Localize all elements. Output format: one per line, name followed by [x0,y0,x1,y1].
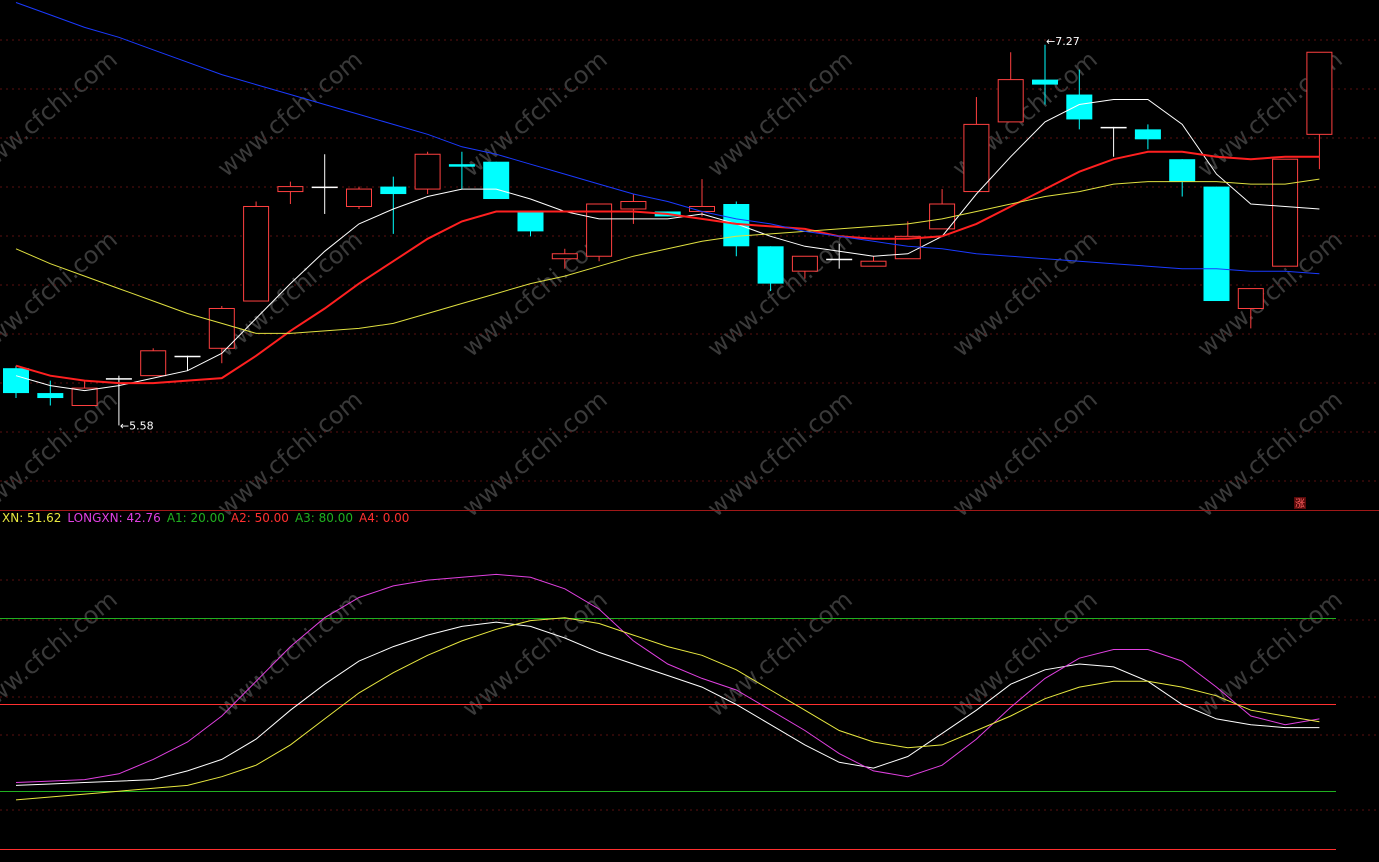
indicator-line-1 [15,573,1320,783]
candle-body [311,186,338,189]
candle [1100,126,1127,157]
price-annotation: ←7.27 [1046,35,1080,48]
candle [37,380,64,406]
price-panel: ←7.27 ←5.58 涨 [0,2,1379,511]
candle-body [414,153,441,190]
candle-body [37,393,64,399]
candle-body [448,164,475,167]
watermark-text: www.cfchi.com [1192,585,1348,722]
candle-body [1066,94,1093,120]
watermark-text: www.cfchi.com [947,225,1103,362]
candle-body [1100,126,1127,129]
watermark-text: www.cfchi.com [702,385,858,522]
candle [3,365,29,399]
candle-body [757,246,784,284]
indicator-line-2 [15,617,1320,801]
candle [243,201,270,302]
candle-body [1169,159,1196,182]
candle-body [791,255,818,272]
legend-item: LONGXN: 42.76 [67,511,161,525]
candle-body [551,253,578,260]
candle [1272,158,1299,267]
candle-body [243,205,270,302]
candle-body [3,368,29,394]
watermark-text: www.cfchi.com [212,385,368,522]
watermark-text: www.cfchi.com [947,585,1103,722]
signal-marker-text: 涨 [1295,498,1305,510]
signal-marker: 涨 [1294,497,1306,510]
candle [997,52,1024,123]
legend-item: A2: 50.00 [230,511,289,525]
candle-body [860,260,887,267]
candle-body [963,123,990,193]
candle-body [997,79,1024,123]
watermark-text: www.cfchi.com [457,45,613,182]
candle-body [208,307,235,349]
candle [140,348,167,377]
watermark-text: www.cfchi.com [457,585,613,722]
watermark-text: www.cfchi.com [702,45,858,182]
watermark-text: www.cfchi.com [0,585,123,722]
stock-chart: www.cfchi.com www.cfchi.com www.cfchi.com w… [0,2,1379,850]
candle [1203,186,1230,302]
candle [311,154,338,214]
candle-body [174,355,201,358]
candle [860,256,887,267]
price-annotation: ←5.58 [120,419,154,432]
legend-item: A1: 20.00 [166,511,225,525]
candle [1306,51,1333,170]
candle-body [826,258,853,261]
watermark-text: www.cfchi.com [457,385,613,522]
candle [620,194,647,224]
candle-body [517,211,544,232]
watermark-text: www.cfchi.com [702,585,858,722]
candle-body [1134,129,1161,140]
candle-body [277,186,304,193]
candle-body [483,161,510,200]
candle [586,203,613,262]
candle [1169,159,1196,197]
candle [723,201,750,257]
candle [929,189,956,230]
indicator-legend: XN: 51.62 LONGXN: 42.76 A1: 20.00 A2: 50.00… [2,511,415,525]
watermark-text: www.cfchi.com [0,45,123,182]
watermark-text: www.cfchi.com [212,45,368,182]
candle-body [105,378,132,380]
candle-body [1032,79,1058,85]
candle [174,355,201,371]
candle [517,211,544,237]
candle [414,151,441,195]
candle [963,97,990,193]
candle [483,161,510,200]
watermark-text: www.cfchi.com [947,385,1103,522]
candle-body [140,350,167,377]
candle [71,380,98,407]
watermark-layer: www.cfchi.com www.cfchi.com www.cfchi.com w… [0,45,1348,722]
candle-body [1203,186,1230,302]
candle-body [380,186,407,195]
watermark-text: www.cfchi.com [0,385,123,522]
candle [894,221,921,260]
candle-body [620,201,647,210]
legend-item: XN: 51.62 [2,511,62,525]
watermark-text: www.cfchi.com [1192,385,1348,522]
watermark-text: www.cfchi.com [0,225,123,362]
indicator-panel [0,573,1379,850]
candle [689,179,715,217]
candle [277,181,304,204]
candle-body [1237,288,1264,309]
candle [1134,124,1161,150]
legend-item: A4: 0.00 [359,511,410,525]
legend-item: A3: 80.00 [294,511,353,525]
candle-body [1306,51,1333,135]
candle-body [1272,158,1299,267]
candle [346,186,372,209]
candle-body [346,188,372,207]
